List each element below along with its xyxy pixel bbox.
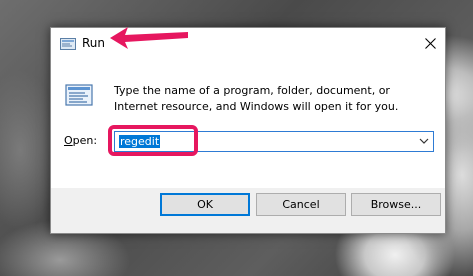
annotation-highlight-box	[108, 125, 198, 156]
run-icon	[60, 38, 76, 50]
annotation-arrow-icon	[110, 27, 188, 49]
button-bar: OK Cancel Browse...	[51, 188, 445, 233]
description-text: Type the name of a program, folder, docu…	[114, 84, 399, 113]
chevron-down-icon[interactable]	[419, 137, 429, 145]
cancel-button[interactable]: Cancel	[256, 193, 346, 216]
run-icon	[65, 84, 93, 106]
close-icon	[424, 37, 436, 49]
open-label-accesskey: O	[64, 134, 73, 147]
open-label-rest: pen:	[72, 134, 98, 147]
ok-button[interactable]: OK	[160, 193, 250, 216]
browse-button[interactable]: Browse...	[351, 193, 441, 216]
open-label: Open:	[64, 134, 97, 147]
close-button[interactable]	[415, 28, 445, 58]
window-title: Run	[82, 36, 106, 50]
dialog-body: Type the name of a program, folder, docu…	[51, 58, 445, 188]
